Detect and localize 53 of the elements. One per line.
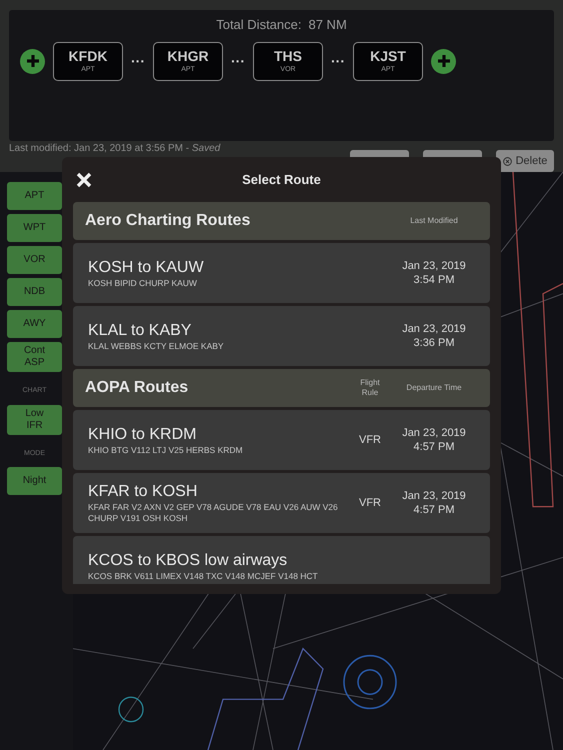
route-row[interactable]: KFAR to KOSH KFAR FAR V2 AXN V2 GEP V78 AGUDE V78 EAU V26 AUW V26 CHURP V191 OSH KOSH VFR Jan 23, 2019 4:57 PM (73, 473, 490, 533)
column-heading: Flight Rule (359, 378, 381, 398)
layer-toggle[interactable]: Cont ASP (7, 342, 62, 372)
close-icon (76, 172, 92, 188)
route-path: KHIO BTG V112 LTJ V25 HERBS KRDM (88, 444, 244, 456)
flight-rule: VFR (358, 496, 382, 511)
waypoint-separator: ··· (231, 52, 245, 70)
route-time: 4:57 PM (414, 503, 454, 517)
last-modified-text: Last modified: Jan 23, 2019 at 3:56 PM - Saved (9, 143, 220, 154)
plus-icon (26, 54, 40, 68)
total-distance-label: Total Distance: (216, 16, 302, 34)
flight-rule: VFR (358, 432, 382, 448)
column-heading: Departure Time (405, 383, 463, 393)
route-path: KLAL WEBBS KCTY ELMOE KABY (88, 340, 225, 352)
layer-toggle[interactable]: Night (7, 467, 62, 495)
route-date: Jan 23, 2019 (402, 489, 466, 503)
route-date: Jan 23, 2019 (402, 426, 466, 440)
plus-icon (436, 54, 450, 68)
waypoint-separator: ··· (131, 52, 145, 70)
layer-toggle[interactable]: NDB (7, 278, 62, 306)
route-row[interactable]: KCOS to KBOS low airways KCOS BRK V611 LIMEX V148 TXC V148 MCJEF V148 HCT (73, 536, 490, 584)
route-date: Jan 23, 2019 (402, 259, 466, 273)
layer-toggle[interactable]: VOR (7, 246, 62, 274)
column-heading: Last Modified (409, 216, 459, 226)
dialog-title: Select Route (242, 170, 321, 189)
route-name: KLAL to KABY (88, 320, 192, 340)
delete-button[interactable]: Delete (496, 150, 554, 172)
route-time: 3:36 PM (414, 336, 454, 350)
close-button[interactable] (76, 172, 92, 188)
layer-toggle[interactable]: WPT (7, 214, 62, 242)
route-path: KOSH BIPID CHURP KAUW (88, 278, 198, 288)
route-name: KCOS to KBOS low airways (88, 550, 288, 570)
route-row[interactable]: KHIO to KRDM KHIO BTG V112 LTJ V25 HERBS KRDM VFR Jan 23, 2019 4:57 PM (73, 410, 490, 470)
add-waypoint-button[interactable] (20, 48, 45, 74)
route-name: KHIO to KRDM (88, 424, 198, 444)
layer-toggle[interactable]: AWY (7, 310, 62, 338)
layer-toggle[interactable]: APT (7, 182, 62, 210)
route-row[interactable]: KOSH to KAUW KOSH BIPID CHURP KAUW Jan 23, 2019 3:54 PM (73, 243, 490, 303)
route-path: KCOS BRK V611 LIMEX V148 TXC V148 MCJEF V148 HCT (88, 570, 319, 582)
route-name: KFAR to KOSH (88, 482, 198, 502)
section-title: Aero Charting Routes (85, 211, 252, 231)
total-distance-value: 87 NM (308, 16, 347, 34)
route-time: 3:54 PM (414, 273, 454, 287)
waypoint-separator: ··· (331, 52, 345, 70)
route-time: 4:57 PM (414, 440, 454, 454)
layer-toggle[interactable]: Low IFR (7, 404, 62, 434)
route-row[interactable]: KLAL to KABY KLAL WEBBS KCTY ELMOE KABY Jan 23, 2019 3:36 PM (73, 306, 490, 366)
route-date: Jan 23, 2019 (402, 322, 466, 336)
route-name: KOSH to KAUW (88, 258, 205, 278)
add-waypoint-button[interactable] (431, 48, 456, 74)
section-title: AOPA Routes (85, 378, 190, 398)
close-circle-icon (502, 156, 512, 166)
route-path: KFAR FAR V2 AXN V2 GEP V78 AGUDE V78 EAU V26 AUW V26 CHURP V191 OSH KOSH (88, 502, 339, 524)
